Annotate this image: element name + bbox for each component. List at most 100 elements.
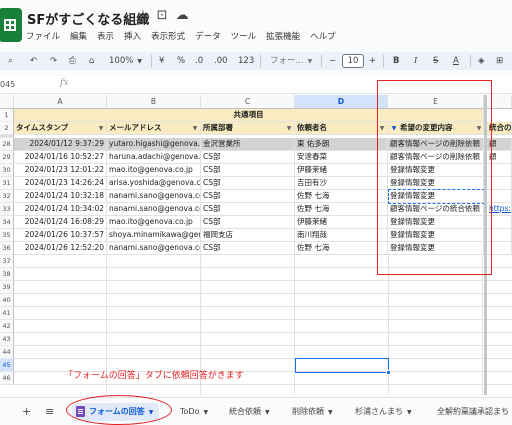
row-header-40[interactable]: 40 (0, 294, 14, 307)
cell-timestamp[interactable]: 2024/01/24 10:34:02 (14, 203, 107, 216)
header-cell-timestamp[interactable]: タイムスタンプ (14, 122, 107, 135)
column-header-c[interactable]: C (201, 95, 295, 109)
menu-extensions[interactable]: 拡張機能 (266, 30, 300, 42)
header-cell-department[interactable]: 所属部署 (201, 122, 295, 135)
cell-email[interactable]: yutaro.higashi@genova.co.jp (107, 138, 201, 151)
row-header-28[interactable]: 28 (0, 138, 14, 151)
row-header-33[interactable]: 33 (0, 203, 14, 216)
bold-icon[interactable]: B (393, 52, 399, 70)
row-header-2[interactable]: 2 (0, 122, 14, 135)
cell-email[interactable]: haruna.adachi@genova.co.jp (107, 151, 201, 164)
cell-email[interactable]: mao.ito@genova.co.jp (107, 216, 201, 229)
header-cell-email[interactable]: メールアドレス (107, 122, 201, 135)
tab-todo[interactable]: ToDo ▼ (180, 403, 208, 421)
more-formats-button[interactable]: 123 (238, 52, 254, 70)
menu-tools[interactable]: ツール (231, 30, 257, 42)
menu-insert[interactable]: 挿入 (124, 30, 141, 42)
active-cell[interactable] (295, 358, 389, 373)
cell-timestamp[interactable]: 2024/01/26 10:37:57 (14, 229, 107, 242)
row-header-36[interactable]: 36 (0, 242, 14, 255)
row-header-32[interactable]: 32 (0, 190, 14, 203)
row-header-46[interactable]: 46 (0, 372, 14, 385)
sheets-logo-icon[interactable] (0, 8, 22, 42)
star-icon[interactable]: ☆ (137, 8, 149, 23)
cell-department[interactable]: CS部 (201, 216, 295, 229)
cell-requester[interactable]: 南川翔哉 (295, 229, 388, 242)
row-header-42[interactable]: 42 (0, 320, 14, 333)
borders-icon[interactable]: ⊞ (496, 52, 503, 70)
italic-icon[interactable]: I (414, 52, 417, 70)
column-header-a[interactable]: A (14, 95, 107, 109)
cell-department[interactable]: 福岡支店 (201, 229, 295, 242)
menu-edit[interactable]: 編集 (70, 30, 87, 42)
strikethrough-icon[interactable]: S (433, 52, 438, 70)
cell-timestamp[interactable]: 2024/01/24 10:32:18 (14, 190, 107, 203)
cell-timestamp[interactable]: 2024/01/26 12:52:20 (14, 242, 107, 255)
filter-icon[interactable]: ▼ (285, 125, 293, 132)
fill-color-icon[interactable]: ◈ (478, 52, 485, 70)
cell-requester[interactable]: 吉田有沙 (295, 177, 388, 190)
cell-timestamp[interactable]: 2024/01/16 10:52:27 (14, 151, 107, 164)
cell-department[interactable]: 金沢営業所 (201, 138, 295, 151)
font-size-decrease-button[interactable]: − (329, 52, 336, 70)
cell-email[interactable]: arisa.yoshida@genova.co.jp (107, 177, 201, 190)
filter-icon[interactable]: ▼ (191, 125, 199, 132)
row-header-30[interactable]: 30 (0, 164, 14, 177)
row-header-29[interactable]: 29 (0, 151, 14, 164)
undo-icon[interactable]: ↶ (30, 52, 37, 70)
row-header-37[interactable]: 37 (0, 255, 14, 268)
row-header-41[interactable]: 41 (0, 307, 14, 320)
cell-email[interactable]: nanami.sano@genova.co.jp (107, 190, 201, 203)
currency-format-button[interactable]: ¥ (159, 52, 164, 70)
filter-icon[interactable]: ▼ (97, 125, 105, 132)
row-header-43[interactable]: 43 (0, 333, 14, 346)
cell-department[interactable]: CS部 (201, 164, 295, 177)
row-header-34[interactable]: 34 (0, 216, 14, 229)
cell-requester[interactable]: 安達春菜 (295, 151, 388, 164)
row-header-1[interactable]: 1 (0, 109, 14, 122)
select-all-corner[interactable] (0, 95, 14, 109)
tab-delete-request[interactable]: 削除依頼 ▼ (292, 403, 333, 421)
cell-timestamp[interactable]: 2024/01/24 16:08:29 (14, 216, 107, 229)
search-icon[interactable]: ⌕ (8, 52, 13, 70)
cell-timestamp[interactable]: 2024/01/23 12:01:22 (14, 164, 107, 177)
zoom-select[interactable]: 100% ▼ (109, 52, 142, 70)
tab-sugiura-waiting[interactable]: 杉浦さんまち ▼ (355, 403, 412, 421)
cell-requester[interactable]: 佐野 七海 (295, 203, 388, 216)
font-size-increase-button[interactable]: + (369, 52, 376, 70)
cell-requester[interactable]: 伊藤茉緒 (295, 164, 388, 177)
menu-format[interactable]: 表示形式 (151, 30, 185, 42)
row-header-44[interactable]: 44 (0, 346, 14, 359)
cell-requester[interactable]: 佐野 七海 (295, 242, 388, 255)
row-header-45[interactable]: 45 (0, 359, 14, 372)
add-sheet-button[interactable]: + (22, 403, 31, 421)
column-header-d[interactable]: D (295, 95, 388, 109)
cell-department[interactable]: CS部 (201, 177, 295, 190)
font-family-select[interactable]: フォー... ▼ (270, 52, 312, 70)
all-sheets-button[interactable]: ≡ (45, 403, 54, 421)
font-size-input[interactable]: 10 (342, 54, 364, 68)
redo-icon[interactable]: ↷ (50, 52, 57, 70)
row-header-39[interactable]: 39 (0, 281, 14, 294)
fill-handle[interactable] (386, 370, 391, 375)
cell-department[interactable]: CS部 (201, 242, 295, 255)
row-header-31[interactable]: 31 (0, 177, 14, 190)
move-folder-icon[interactable]: ⊡ (157, 8, 168, 23)
menu-view[interactable]: 表示 (97, 30, 114, 42)
cell-department[interactable]: CS部 (201, 203, 295, 216)
cell-email[interactable]: nanami.sano@genova.co.jp (107, 203, 201, 216)
menu-help[interactable]: ヘルプ (310, 30, 336, 42)
header-cell-requester[interactable]: 依頼者名 (295, 122, 388, 135)
decrease-decimal-button[interactable]: .0 (195, 52, 203, 70)
row-header-38[interactable]: 38 (0, 268, 14, 281)
increase-decimal-button[interactable]: .00 (214, 52, 228, 70)
tab-merge-request[interactable]: 統合依頼 ▼ (229, 403, 270, 421)
cell-email[interactable]: shoya.minamikawa@genova.co.jp (107, 229, 201, 242)
tab-cancellation-approval[interactable]: 全解約稟議承認まち (437, 403, 509, 421)
cell-department[interactable]: CS部 (201, 190, 295, 203)
percent-format-button[interactable]: % (177, 52, 185, 70)
name-box[interactable]: 045 (0, 80, 15, 89)
menu-file[interactable]: ファイル (26, 30, 60, 42)
cell-timestamp[interactable]: 2024/01/23 14:26:24 (14, 177, 107, 190)
cloud-status-icon[interactable]: ☁ (176, 8, 189, 23)
